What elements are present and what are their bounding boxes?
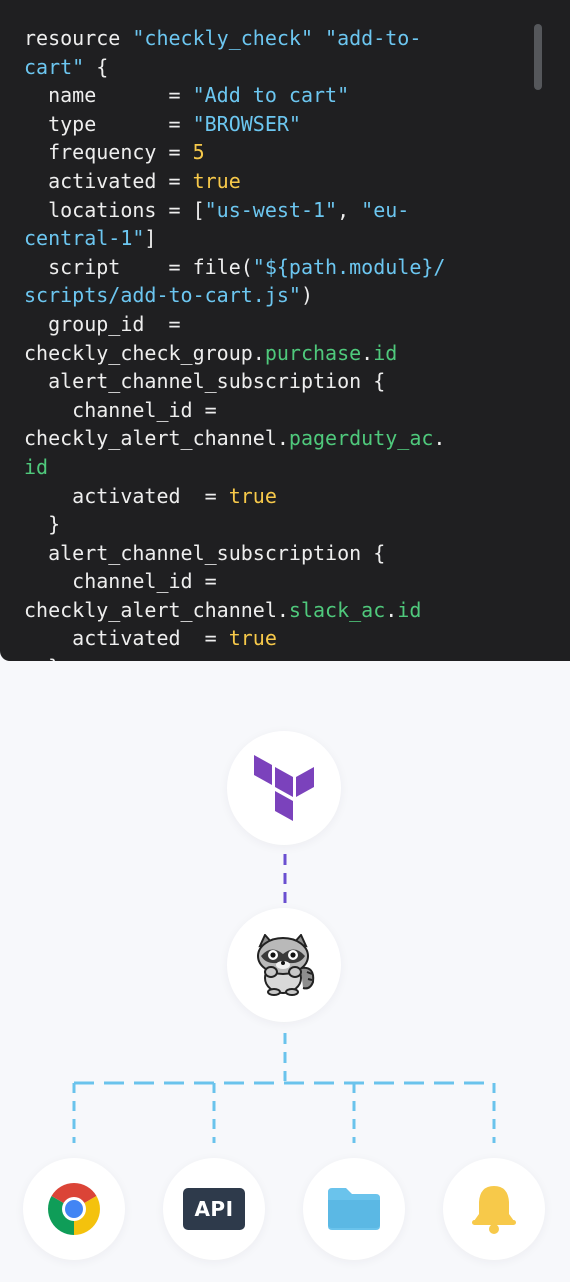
code-token: "checkly_check"	[132, 26, 313, 50]
code-token: activated =	[24, 168, 193, 193]
code-token: purchase	[264, 340, 362, 365]
folder-icon	[328, 1188, 380, 1230]
code-token: "Add to cart"	[192, 83, 350, 108]
code-token: name =	[24, 83, 193, 108]
code-token: checkly_alert_channel.	[24, 426, 289, 451]
code-token: checkly_check_group.	[24, 340, 265, 365]
code-token: pagerduty_ac	[288, 426, 434, 451]
code-token: alert_channel_subscription {	[24, 540, 386, 565]
terraform-code-block: resource "checkly_check" "add-to-cart" {…	[24, 24, 504, 661]
code-token: ]	[144, 226, 157, 251]
code-token: id	[373, 340, 398, 365]
code-line: checkly_check_group.purchase.id	[24, 339, 504, 368]
code-token: slack_ac	[288, 597, 386, 622]
code-line: }	[24, 653, 504, 661]
code-line: channel_id =	[24, 396, 504, 425]
code-token: 5	[192, 140, 205, 165]
api-badge-label: API	[194, 1197, 234, 1221]
code-line: central-1"]	[24, 224, 504, 253]
code-token: type =	[24, 111, 193, 136]
terraform-logo-icon	[254, 755, 314, 821]
raccoon-mascot-icon	[257, 934, 315, 996]
code-line: type = "BROWSER"	[24, 110, 504, 139]
code-token: central-1"	[24, 226, 145, 251]
code-line: activated = true	[24, 624, 504, 653]
code-token: channel_id =	[24, 569, 217, 594]
code-line: locations = ["us-west-1", "eu-	[24, 196, 504, 225]
code-line: id	[24, 453, 504, 482]
code-token: alert_channel_subscription {	[24, 369, 386, 394]
terraform-node	[227, 731, 341, 845]
code-token: "${path.module}/	[252, 254, 446, 279]
code-token: resource	[24, 26, 133, 50]
architecture-diagram: API	[0, 661, 570, 1282]
code-token: )	[300, 283, 313, 308]
code-token: cart"	[24, 54, 85, 79]
code-token: }	[24, 512, 61, 537]
alert-node	[443, 1158, 545, 1260]
code-token: frequency =	[24, 140, 193, 165]
code-line: scripts/add-to-cart.js")	[24, 281, 504, 310]
code-line: alert_channel_subscription {	[24, 367, 504, 396]
code-line: group_id =	[24, 310, 504, 339]
code-token: "add-to-	[325, 26, 422, 50]
code-scrollbar[interactable]	[534, 24, 542, 90]
code-token: true	[192, 168, 241, 193]
code-line: channel_id =	[24, 567, 504, 596]
checkly-node	[227, 908, 341, 1022]
chrome-browser-icon	[48, 1183, 100, 1235]
api-check-node: API	[163, 1158, 265, 1260]
code-token: id	[24, 454, 49, 479]
code-token: true	[228, 626, 277, 651]
code-line: cart" {	[24, 53, 504, 82]
code-token: locations = [	[24, 197, 205, 222]
folder-node	[303, 1158, 405, 1260]
code-line: activated = true	[24, 167, 504, 196]
code-token: .	[385, 597, 398, 622]
code-token: group_id =	[24, 311, 181, 336]
code-token: channel_id =	[24, 397, 217, 422]
code-token: .	[361, 340, 374, 365]
code-line: name = "Add to cart"	[24, 81, 504, 110]
code-token: scripts/add-to-cart.js"	[24, 283, 301, 308]
bell-icon	[472, 1186, 516, 1234]
code-token: id	[397, 597, 422, 622]
code-line: frequency = 5	[24, 138, 504, 167]
code-line: script = file("${path.module}/	[24, 253, 504, 282]
code-token: activated =	[24, 626, 229, 651]
api-badge-icon: API	[183, 1188, 245, 1230]
browser-check-node	[23, 1158, 125, 1260]
code-line: alert_channel_subscription {	[24, 539, 504, 568]
code-token: ,	[337, 197, 362, 222]
code-token: .	[433, 426, 446, 451]
code-line: resource "checkly_check" "add-to-	[24, 24, 504, 53]
code-token: "BROWSER"	[192, 111, 301, 136]
code-token: "eu-	[361, 197, 410, 222]
code-line: activated = true	[24, 482, 504, 511]
code-panel: resource "checkly_check" "add-to-cart" {…	[0, 0, 570, 661]
code-token: script = file(	[24, 254, 253, 279]
code-token: {	[84, 54, 109, 79]
code-token: true	[228, 483, 277, 508]
code-line: checkly_alert_channel.pagerduty_ac.	[24, 424, 504, 453]
code-line: checkly_alert_channel.slack_ac.id	[24, 596, 504, 625]
code-token: "us-west-1"	[204, 197, 338, 222]
code-token: activated =	[24, 483, 229, 508]
code-line: }	[24, 510, 504, 539]
code-token: checkly_alert_channel.	[24, 597, 289, 622]
